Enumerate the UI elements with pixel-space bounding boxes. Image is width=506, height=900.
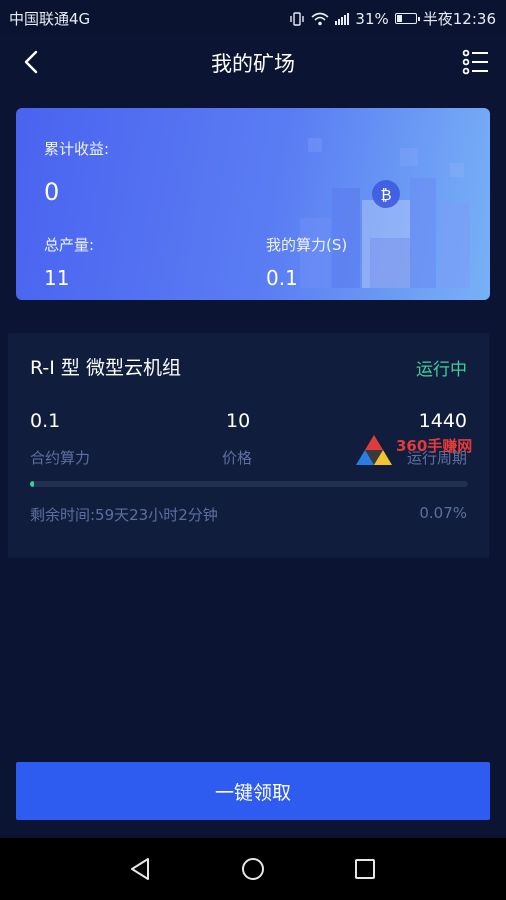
price-value: 10 (226, 410, 251, 432)
status-badge: 运行中 (416, 360, 467, 380)
carrier-label: 中国联通4G (9, 10, 91, 28)
my-hashrate-value: 0.1 (266, 266, 298, 290)
progress-fill (30, 481, 34, 487)
contract-hashrate-value: 0.1 (30, 410, 61, 432)
watermark-text: 360手赚网 (396, 437, 473, 455)
status-bar: 中国联通4G 31% 半夜12:36 (0, 0, 506, 34)
nav-back-icon[interactable] (126, 854, 156, 884)
summary-card: ₿ 累计收益: 0 总产量: 11 我的算力(S) 0.1 (16, 108, 490, 300)
page-title: 我的矿场 (211, 52, 295, 76)
app-header: 我的矿场 (0, 34, 506, 90)
progress-percent: 0.07% (419, 504, 467, 522)
contract-hashrate-label: 合约算力 (30, 449, 91, 467)
total-output-value: 11 (44, 266, 70, 290)
run-cycle-value: 1440 (418, 410, 467, 432)
progress-bar (30, 481, 468, 487)
claim-all-button[interactable]: 一键领取 (16, 762, 490, 820)
total-income-value: 0 (44, 178, 60, 206)
price-label: 价格 (222, 449, 253, 467)
battery-icon (394, 13, 420, 24)
watermark-triangle-icon (356, 435, 392, 465)
my-hashrate-label: 我的算力(S) (266, 236, 348, 254)
nav-home-icon[interactable] (238, 854, 268, 884)
watermark-logo: 360手赚网 (354, 433, 494, 469)
list-menu-icon[interactable] (462, 48, 490, 76)
status-icons: 31% 半夜12:36 (289, 8, 496, 29)
wifi-icon (311, 12, 329, 25)
signal-icon (335, 12, 350, 25)
miner-name: R-I 型 微型云机组 (30, 357, 181, 379)
total-income-label: 累计收益: (44, 140, 110, 158)
vibrate-icon (290, 11, 305, 26)
system-nav-bar (0, 838, 506, 900)
nav-recents-icon[interactable] (350, 854, 380, 884)
svg-text:₿: ₿ (380, 186, 391, 204)
total-output-label: 总产量: (44, 236, 95, 254)
remaining-time: 剩余时间:59天23小时2分钟 (30, 506, 218, 524)
battery-percent: 31% (355, 9, 389, 28)
clock: 半夜12:36 (422, 10, 496, 28)
